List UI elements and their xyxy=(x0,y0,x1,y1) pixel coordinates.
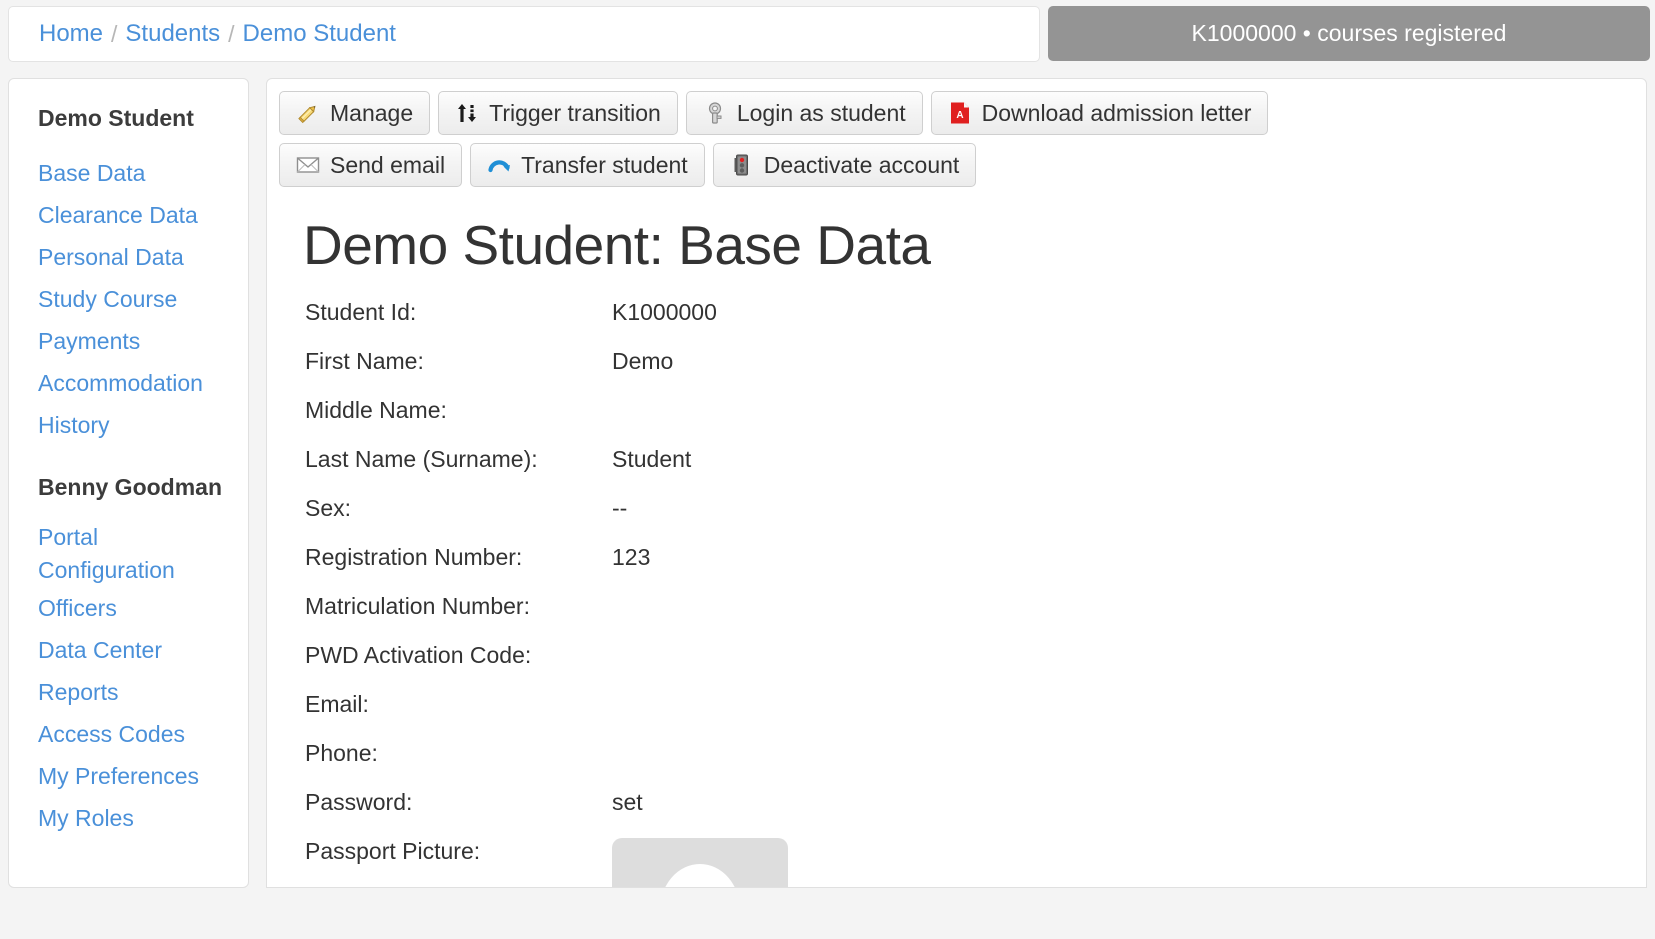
svg-text:A: A xyxy=(956,110,963,121)
trigger-transition-button[interactable]: Trigger transition xyxy=(438,91,678,135)
field-row-last-name: Last Name (Surname): Student xyxy=(305,446,1646,495)
action-toolbar: Manage Trigger transition Login as stude… xyxy=(267,79,1427,187)
main-content-panel: Manage Trigger transition Login as stude… xyxy=(266,78,1647,888)
pdf-icon: A xyxy=(948,101,972,125)
field-row-password: Password: set xyxy=(305,789,1646,838)
page-title: Demo Student: Base Data xyxy=(303,214,931,276)
sidebar-item-reports[interactable]: Reports xyxy=(9,671,248,713)
download-admission-letter-button-label: Download admission letter xyxy=(981,99,1252,126)
transfer-student-button[interactable]: Transfer student xyxy=(470,143,705,187)
sidebar-section-heading-user: Benny Goodman xyxy=(38,474,223,500)
transfer-student-button-label: Transfer student xyxy=(521,151,688,178)
field-row-registration-number: Registration Number: 123 xyxy=(305,544,1646,593)
field-value: Demo xyxy=(612,348,674,374)
base-data-field-list: Student Id: K1000000 First Name: Demo Mi… xyxy=(305,299,1646,887)
avatar-head-icon xyxy=(660,864,740,887)
pencil-icon xyxy=(296,101,320,125)
field-label: Phone: xyxy=(305,740,378,766)
field-row-first-name: First Name: Demo xyxy=(305,348,1646,397)
send-email-button-label: Send email xyxy=(330,151,446,178)
breadcrumb-item-demo-student[interactable]: Demo Student xyxy=(243,20,396,48)
field-value: -- xyxy=(612,495,628,521)
field-label: Student Id: xyxy=(305,299,417,325)
refresh-arrow-icon xyxy=(487,153,511,177)
sidebar-item-my-roles[interactable]: My Roles xyxy=(9,797,248,839)
field-row-student-id: Student Id: K1000000 xyxy=(305,299,1646,348)
sidebar-section-heading-student: Demo Student xyxy=(38,105,194,131)
field-label: PWD Activation Code: xyxy=(305,642,532,668)
field-row-passport-picture: Passport Picture: xyxy=(305,838,1646,887)
field-label: Registration Number: xyxy=(305,544,523,570)
sidebar-item-clearance-data[interactable]: Clearance Data xyxy=(9,194,248,236)
sidebar-item-my-preferences[interactable]: My Preferences xyxy=(9,755,248,797)
breadcrumb-separator: / xyxy=(111,20,118,47)
traffic-light-icon xyxy=(730,153,754,177)
field-label: Email: xyxy=(305,691,369,717)
field-label: Passport Picture: xyxy=(305,838,481,864)
breadcrumb-item-students[interactable]: Students xyxy=(125,20,220,48)
field-label: Sex: xyxy=(305,495,352,521)
key-icon xyxy=(703,101,727,125)
field-value: Student xyxy=(612,446,692,472)
field-label: Middle Name: xyxy=(305,397,447,423)
sidebar-item-payments[interactable]: Payments xyxy=(9,320,248,362)
sidebar: Demo Student Base Data Clearance Data Pe… xyxy=(8,78,249,888)
sidebar-item-study-course[interactable]: Study Course xyxy=(9,278,248,320)
sidebar-item-officers[interactable]: Officers xyxy=(9,587,248,629)
sidebar-item-portal-configuration[interactable]: Portal Configuration xyxy=(9,521,248,587)
download-admission-letter-button[interactable]: A Download admission letter xyxy=(930,91,1269,135)
field-value: set xyxy=(612,789,643,815)
up-down-arrows-icon xyxy=(455,101,479,125)
field-label: First Name: xyxy=(305,348,424,374)
sidebar-item-access-codes[interactable]: Access Codes xyxy=(9,713,248,755)
breadcrumb-item-home[interactable]: Home xyxy=(39,20,103,48)
field-value: K1000000 xyxy=(612,299,717,325)
sidebar-item-accommodation[interactable]: Accommodation xyxy=(9,362,248,404)
field-row-sex: Sex: -- xyxy=(305,495,1646,544)
field-row-middle-name: Middle Name: xyxy=(305,397,1646,446)
breadcrumb: Home / Students / Demo Student xyxy=(8,6,1040,62)
field-label: Password: xyxy=(305,789,413,815)
deactivate-account-button-label: Deactivate account xyxy=(763,151,960,178)
deactivate-account-button[interactable]: Deactivate account xyxy=(712,143,977,187)
status-badge: K1000000 • courses registered xyxy=(1048,6,1650,61)
sidebar-item-data-center[interactable]: Data Center xyxy=(9,629,248,671)
field-label: Last Name (Surname): xyxy=(305,446,538,472)
manage-button[interactable]: Manage xyxy=(279,91,431,135)
field-row-pwd-activation-code: PWD Activation Code: xyxy=(305,642,1646,691)
sidebar-item-history[interactable]: History xyxy=(9,404,248,446)
field-row-matriculation-number: Matriculation Number: xyxy=(305,593,1646,642)
login-as-student-button[interactable]: Login as student xyxy=(685,91,923,135)
trigger-transition-button-label: Trigger transition xyxy=(489,99,661,126)
field-label: Matriculation Number: xyxy=(305,593,530,619)
field-value: 123 xyxy=(612,544,651,570)
breadcrumb-separator: / xyxy=(228,20,235,47)
top-bar: Home / Students / Demo Student K1000000 … xyxy=(0,0,1655,68)
envelope-icon xyxy=(296,153,320,177)
manage-button-label: Manage xyxy=(330,99,414,126)
sidebar-item-personal-data[interactable]: Personal Data xyxy=(9,236,248,278)
login-as-student-button-label: Login as student xyxy=(736,99,906,126)
sidebar-item-base-data[interactable]: Base Data xyxy=(9,152,248,194)
send-email-button[interactable]: Send email xyxy=(279,143,463,187)
page-root: Home / Students / Demo Student K1000000 … xyxy=(0,0,1655,939)
field-row-phone: Phone: xyxy=(305,740,1646,789)
field-row-email: Email: xyxy=(305,691,1646,740)
passport-picture-placeholder xyxy=(612,838,788,887)
